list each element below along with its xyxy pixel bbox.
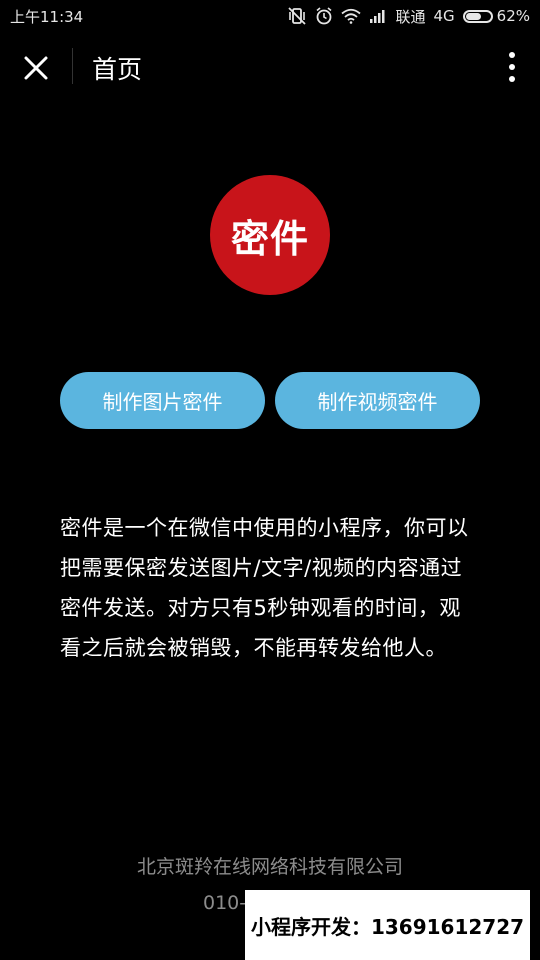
watermark-text: 小程序开发：13691612727 (250, 914, 525, 939)
signal-icon (370, 10, 385, 23)
status-icons: 联通 4G 62% (287, 6, 530, 27)
make-image-secret-button[interactable]: 制作图片密件 (60, 372, 265, 429)
battery-icon (462, 9, 493, 23)
status-bar: 上午11:34 联通 4G 62% (0, 0, 540, 32)
battery-percent: 62% (496, 7, 530, 25)
close-icon (24, 56, 48, 80)
vibrate-off-icon (288, 7, 307, 25)
battery-indicator: 62% (462, 7, 530, 25)
nav-divider (72, 48, 73, 84)
page-title: 首页 (92, 55, 143, 84)
battery-fill (465, 12, 481, 20)
company-phone: 010- (203, 892, 247, 914)
alarm-icon (316, 7, 332, 25)
network-label: 4G (433, 7, 455, 25)
status-time: 上午11:34 (10, 7, 84, 26)
logo-text: 密件 (230, 216, 309, 261)
watermark-banner: 小程序开发：13691612727 (245, 890, 530, 960)
app-logo: 密件 (210, 175, 330, 295)
close-button[interactable] (20, 52, 52, 84)
make-video-secret-button[interactable]: 制作视频密件 (275, 372, 480, 429)
carrier-label: 联通 (395, 7, 426, 26)
company-name: 北京斑羚在线网络科技有限公司 (136, 856, 403, 878)
more-button[interactable] (506, 50, 518, 84)
app-description: 密件是一个在微信中使用的小程序，你可以把需要保密发送图片/文字/视频的内容通过密… (60, 516, 469, 660)
nav-bar: 首页 (0, 32, 540, 102)
more-vertical-icon (509, 52, 515, 82)
wifi-icon (341, 8, 362, 24)
